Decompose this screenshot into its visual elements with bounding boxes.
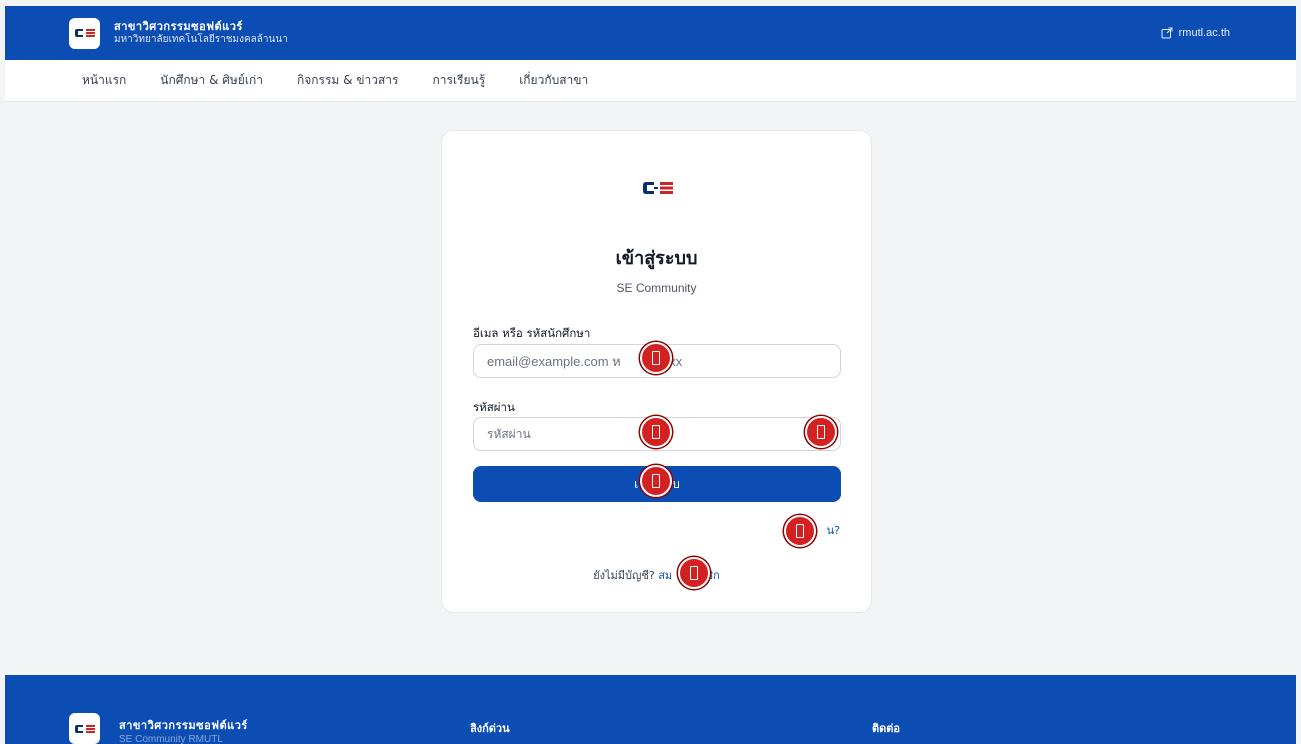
nav-item-learning[interactable]: การเรียนรู้ [433,71,486,90]
footer-brand-title: สาขาวิศวกรรมซอฟต์แวร์ [119,719,248,732]
brand-title: สาขาวิศวกรรมซอฟต์แวร์ [114,20,243,34]
marker-glyph-icon [796,524,804,538]
marker-password-toggle [805,416,837,448]
marker-signup [678,557,710,589]
marker-password [640,416,672,448]
footer-quick-links-heading: ลิงก์ด่วน [470,722,510,735]
login-title: เข้าสู่ระบบ [615,248,698,269]
brand-subtitle: มหาวิทยาลัยเทคโนโลยีราชมงคลล้านนา [114,33,288,45]
footer-brand: สาขาวิศวกรรมซอฟต์แวร์ SE Community RMUTL [119,719,248,744]
nav-item-students[interactable]: นักศึกษา & ศิษย์เก่า [160,71,263,90]
card-logo-icon [643,182,673,194]
footer-brand-subtitle: SE Community RMUTL [119,734,223,744]
external-link[interactable]: rmutl.ac.th [1161,27,1230,39]
marker-glyph-icon [652,474,660,488]
signup-link-left: สม [658,569,673,582]
signup-row: ยังไม่มีบัญชี? สม ชิก [442,566,871,584]
marker-forgot [784,515,816,547]
email-placeholder: email@example.com ห [487,353,621,369]
nav-item-activities[interactable]: กิจกรรม & ข่าวสาร [297,71,399,90]
marker-glyph-icon [817,425,825,439]
signup-prefix: ยังไม่มีบัญชี? [593,569,655,582]
marker-glyph-icon [652,351,660,365]
external-link-label: rmutl.ac.th [1178,27,1230,39]
nav-item-home[interactable]: หน้าแรก [82,71,126,90]
password-placeholder: รหัสผ่าน [487,426,531,441]
page: สาขาวิศวกรรมซอฟต์แวร์ มหาวิทยาลัยเทคโนโล… [5,6,1296,744]
nav-item-about[interactable]: เกี่ยวกับสาขา [519,71,588,90]
footer-contact-heading: ติดต่อ [872,722,901,735]
main-nav: หน้าแรก นักศึกษา & ศิษย์เก่า กิจกรรม & ข… [5,60,1296,102]
external-link-icon [1161,27,1173,39]
marker-glyph-icon [652,425,660,439]
marker-login-button [640,465,672,497]
login-subtitle: SE Community [616,281,697,295]
marker-email [640,342,672,374]
login-button-label-right: บ [672,476,680,491]
email-label: อีเมล หรือ รหัสนักศึกษา [473,326,591,340]
password-label: รหัสผ่าน [473,400,515,414]
marker-glyph-icon [690,566,698,580]
forgot-label-right: น? [826,524,840,537]
login-button-label-left: เ [634,476,639,491]
footer-logo-icon [69,713,100,744]
logo-icon[interactable] [69,17,100,49]
footer: สาขาวิศวกรรมซอฟต์แวร์ SE Community RMUTL… [5,675,1296,744]
brand[interactable]: สาขาวิศวกรรมซอฟต์แวร์ มหาวิทยาลัยเทคโนโล… [114,20,288,45]
top-header: สาขาวิศวกรรมซอฟต์แวร์ มหาวิทยาลัยเทคโนโล… [5,6,1296,60]
